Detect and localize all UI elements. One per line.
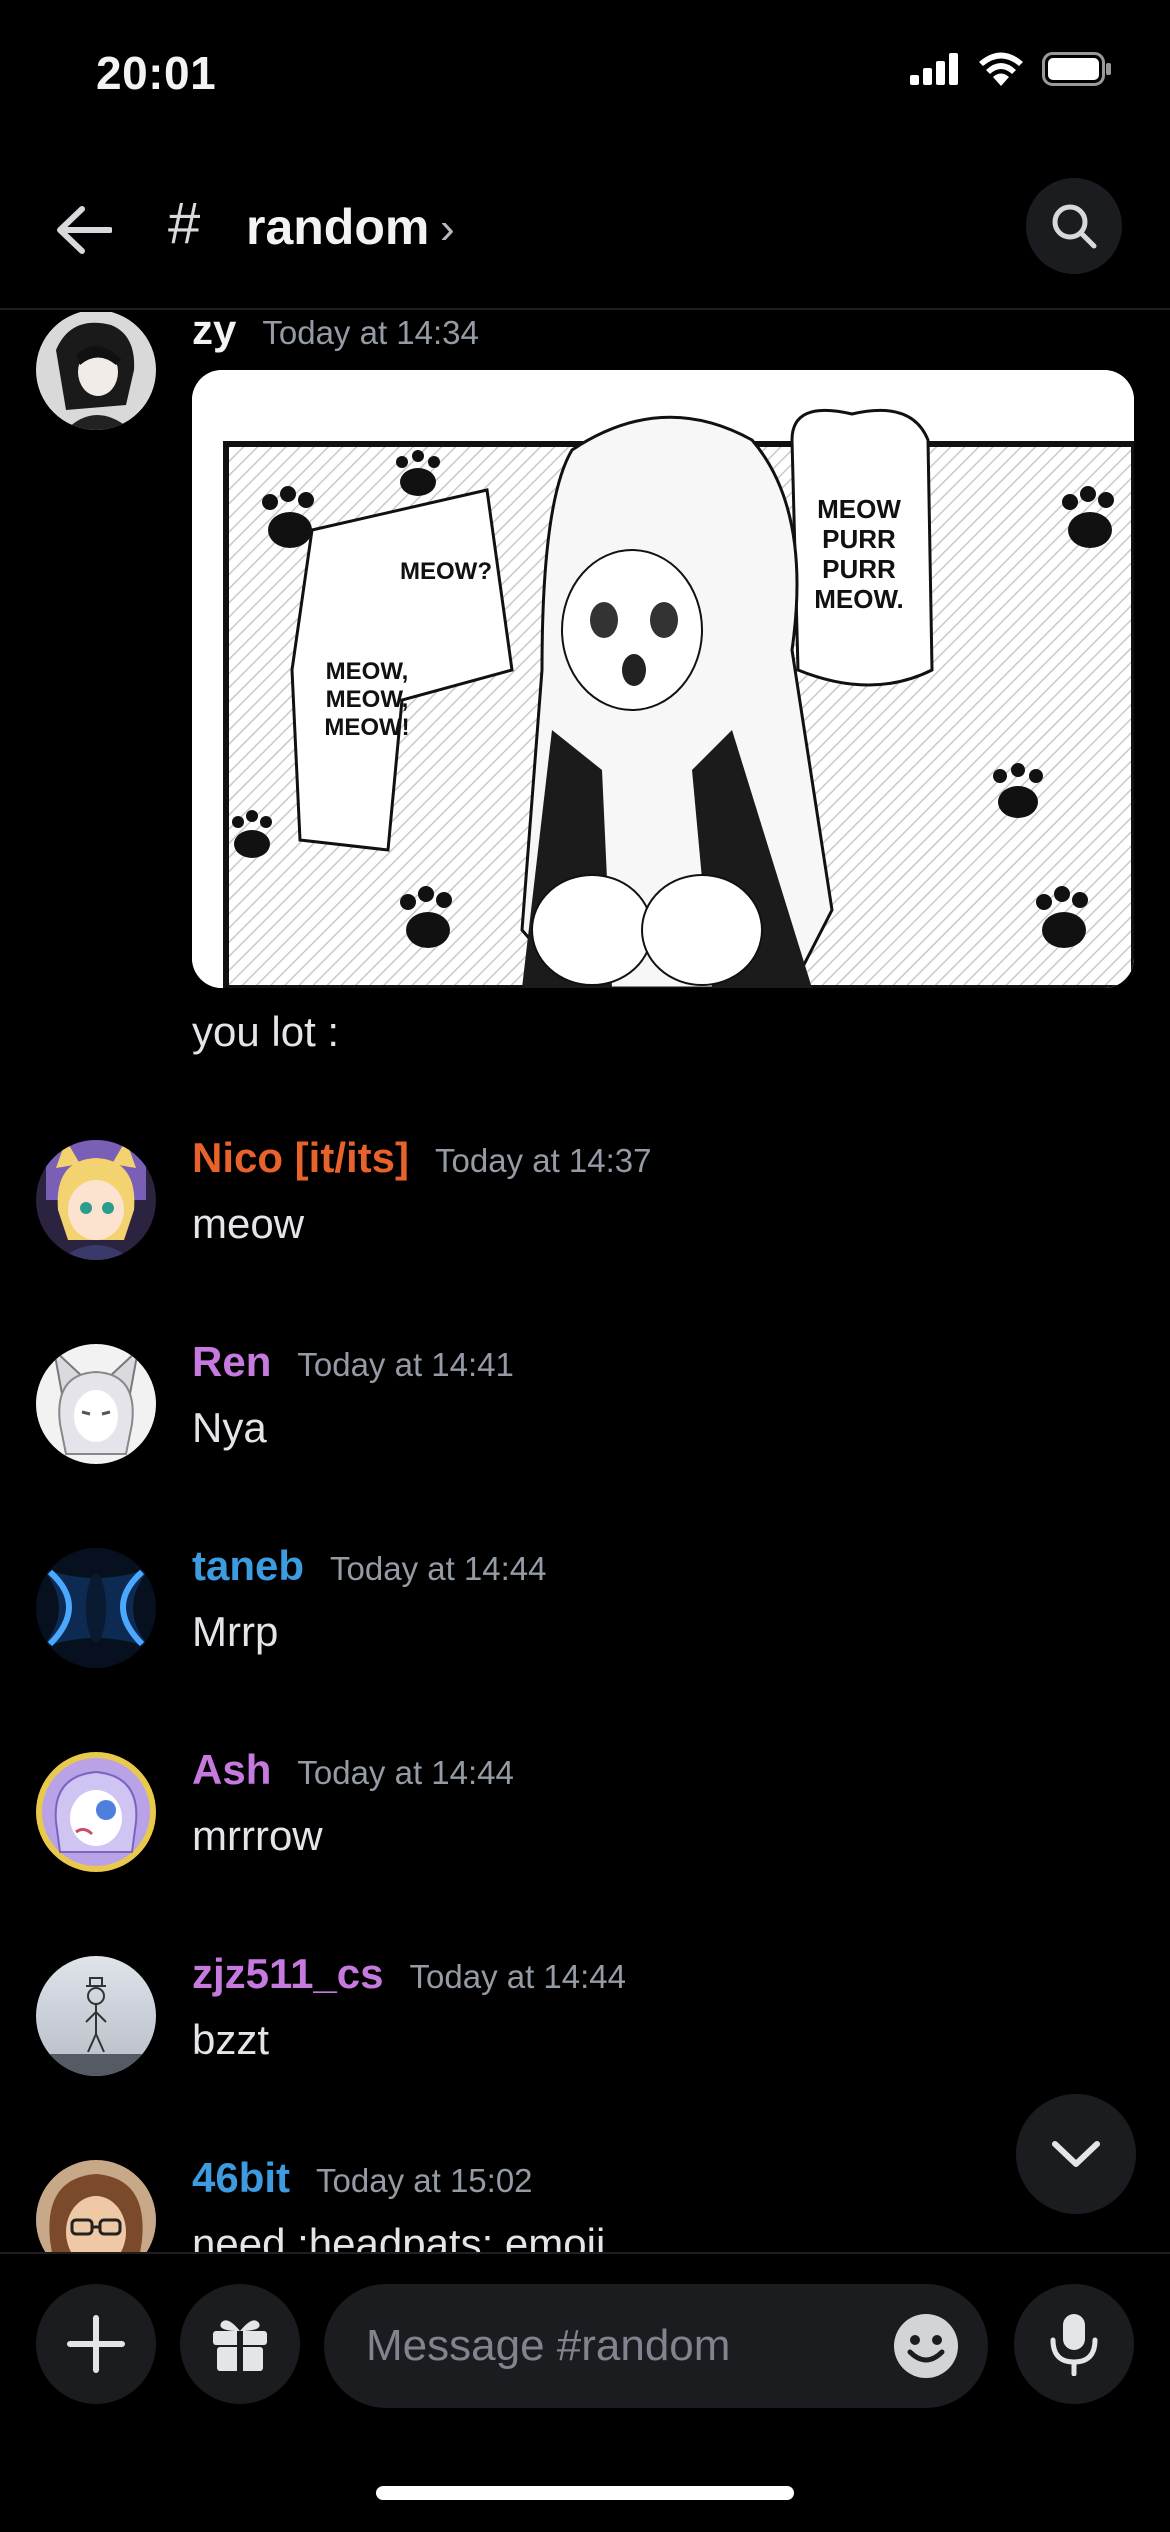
timestamp: Today at 14:41: [297, 1346, 514, 1383]
message-header: zy Today at 14:34: [192, 312, 479, 354]
avatar[interactable]: [36, 312, 156, 430]
timestamp: Today at 14:44: [330, 1550, 547, 1587]
avatar[interactable]: [36, 1344, 156, 1464]
home-indicator: [376, 2486, 794, 2500]
message-text: you lot :: [192, 1008, 340, 1055]
timestamp: Today at 14:44: [409, 1958, 627, 1995]
add-attachment-button[interactable]: [36, 2284, 156, 2404]
author-name[interactable]: zy: [192, 312, 236, 354]
avatar[interactable]: [36, 2160, 156, 2252]
back-arrow-icon: [57, 206, 112, 254]
wifi-icon: [979, 52, 1023, 86]
message-text: bzzt: [192, 2016, 270, 2063]
chevron-down-icon: [1052, 2141, 1100, 2167]
avatar[interactable]: [36, 1752, 156, 1872]
channel-header: # random ›: [0, 160, 1170, 310]
author-name[interactable]: Nico [it/its]: [192, 1134, 409, 1182]
author-name[interactable]: Ren: [192, 1338, 271, 1386]
image-attachment[interactable]: MEOW? MEOW, MEOW, MEOW! MEOW PURR PURR M…: [192, 370, 1134, 988]
jump-to-latest-button[interactable]: [1016, 2094, 1136, 2214]
channel-chevron-icon[interactable]: ›: [440, 204, 455, 254]
status-time: 20:01: [96, 47, 217, 99]
search-icon: [1052, 204, 1097, 249]
message-text: need :headpats: emoji: [192, 2220, 606, 2252]
message-header: Ash Today at 14:44: [192, 1746, 514, 1794]
message-header: zjz511_cs Today at 14:44: [192, 1950, 626, 1998]
channel-name[interactable]: random: [246, 198, 429, 256]
search-button[interactable]: [1026, 178, 1122, 274]
timestamp: Today at 14:34: [262, 314, 479, 351]
avatar[interactable]: [36, 1548, 156, 1668]
message-text: Mrrp: [192, 1608, 279, 1655]
timestamp: Today at 15:02: [316, 2162, 533, 2199]
channel-hash-icon: #: [168, 191, 201, 256]
message-input[interactable]: [366, 2284, 866, 2408]
status-bar: 20:01: [0, 0, 1170, 150]
timestamp: Today at 14:44: [297, 1754, 514, 1791]
plus-icon: [67, 2315, 125, 2373]
message-header: Ren Today at 14:41: [192, 1338, 514, 1386]
avatar[interactable]: [36, 1956, 156, 2076]
emoji-icon[interactable]: [892, 2312, 960, 2380]
avatar[interactable]: [36, 1140, 156, 1260]
message-input-container[interactable]: [324, 2284, 988, 2408]
message-composer: [0, 2252, 1170, 2532]
author-name[interactable]: Ash: [192, 1746, 271, 1794]
author-name[interactable]: zjz511_cs: [192, 1950, 384, 1998]
author-name[interactable]: taneb: [192, 1542, 304, 1590]
back-button[interactable]: [44, 190, 124, 270]
message-text: Nya: [192, 1404, 267, 1451]
timestamp: Today at 14:37: [435, 1142, 652, 1179]
battery-icon: [1042, 52, 1111, 86]
bubble-text: MEOW, MEOW, MEOW!: [324, 658, 410, 741]
message-header: Nico [it/its] Today at 14:37: [192, 1134, 652, 1182]
message-header: 46bit Today at 15:02: [192, 2154, 533, 2202]
voice-message-button[interactable]: [1014, 2284, 1134, 2404]
message-list[interactable]: zy Today at 14:34 MEOW? MEOW, MEOW, MEOW…: [0, 312, 1170, 2252]
message-text: meow: [192, 1200, 305, 1247]
microphone-icon: [1050, 2314, 1098, 2376]
author-name[interactable]: 46bit: [192, 2154, 290, 2202]
gift-button[interactable]: [180, 2284, 300, 2404]
bubble-text: MEOW?: [400, 558, 492, 585]
message-header: taneb Today at 14:44: [192, 1542, 547, 1590]
message-text: mrrrow: [192, 1812, 323, 1859]
status-icons: [910, 52, 1112, 86]
gift-icon: [213, 2320, 267, 2371]
bubble-text: MEOW PURR PURR MEOW.: [814, 494, 904, 614]
cellular-signal-icon: [910, 53, 958, 85]
